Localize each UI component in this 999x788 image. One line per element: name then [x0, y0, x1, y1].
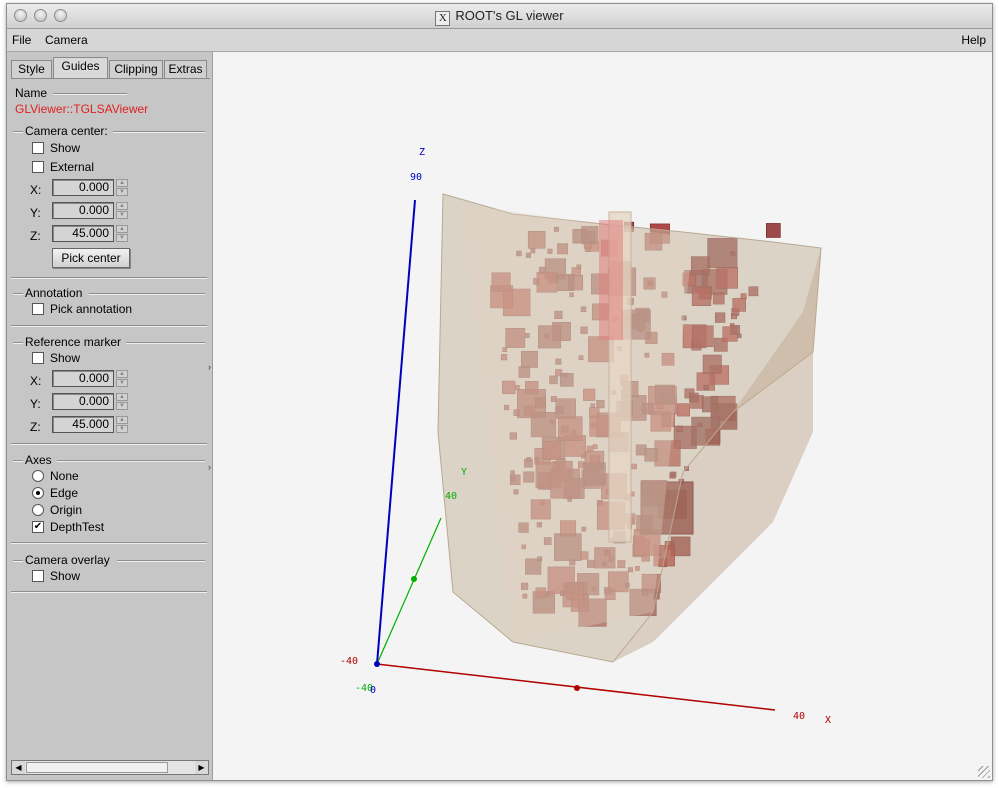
- scroll-left-icon[interactable]: ◀: [12, 761, 25, 774]
- reference-marker-z-label: Z:: [30, 420, 41, 434]
- reference-marker-z-stepper[interactable]: ▲ ▼: [116, 416, 128, 433]
- camera-center-title: Camera center:: [25, 124, 108, 138]
- reference-marker-z-field[interactable]: 45.000: [52, 416, 114, 433]
- x11-logo-icon: X: [435, 11, 451, 26]
- z-axis-line: [376, 199, 416, 665]
- camera-center-x-label: X:: [30, 183, 42, 197]
- reference-marker-show-label: Show: [50, 351, 81, 365]
- pick-center-button[interactable]: Pick center: [52, 248, 130, 268]
- y-axis-midpoint: [411, 576, 417, 582]
- annotation-title: Annotation: [25, 286, 83, 300]
- axes-edge-label: Edge: [50, 486, 79, 500]
- reference-marker-x-label: X:: [30, 374, 42, 388]
- scroll-right-icon[interactable]: ▶: [195, 761, 208, 774]
- camera-center-x-field[interactable]: 0.000: [52, 179, 114, 196]
- axes-origin-radio[interactable]: [32, 504, 44, 516]
- reference-marker-x-stepper[interactable]: ▲ ▼: [116, 370, 128, 387]
- camera-center-z-stepper[interactable]: ▲ ▼: [116, 225, 128, 242]
- beam-pipe-highlight: [599, 220, 623, 340]
- reference-marker-title: Reference marker: [25, 335, 122, 349]
- menu-file[interactable]: File: [12, 33, 31, 47]
- panel-horizontal-scrollbar[interactable]: ◀ ▶: [11, 760, 209, 775]
- camera-center-y-label: Y:: [30, 206, 41, 220]
- camera-overlay-show-checkbox[interactable]: [32, 570, 44, 582]
- depth-test-label: DepthTest: [50, 520, 105, 534]
- origin-z-tick: 0: [370, 685, 376, 696]
- camera-center-show-checkbox[interactable]: [32, 142, 44, 154]
- axes-none-radio[interactable]: [32, 470, 44, 482]
- reference-marker-y-stepper[interactable]: ▲ ▼: [116, 393, 128, 410]
- tab-clipping[interactable]: Clipping: [109, 60, 163, 78]
- camera-center-x-stepper[interactable]: ▲ ▼: [116, 179, 128, 196]
- camera-center-z-label: Z:: [30, 229, 41, 243]
- reference-marker-y-label: Y:: [30, 397, 41, 411]
- camera-center-y-field[interactable]: 0.000: [52, 202, 114, 219]
- tab-extras[interactable]: Extras: [164, 60, 207, 78]
- axes-origin-label: Origin: [50, 503, 83, 517]
- axes-edge-radio[interactable]: [32, 487, 44, 499]
- window-title: ROOT's GL viewer: [455, 8, 564, 23]
- detector-volume: [437, 193, 822, 663]
- y-axis-name: Y: [461, 467, 467, 478]
- menu-camera[interactable]: Camera: [45, 33, 88, 47]
- camera-center-y-stepper[interactable]: ▲ ▼: [116, 202, 128, 219]
- camera-center-external-checkbox[interactable]: [32, 161, 44, 173]
- x-axis-name: X: [825, 715, 831, 726]
- menu-bar: File Camera Help: [7, 29, 992, 52]
- camera-center-z-field[interactable]: 45.000: [52, 225, 114, 242]
- x-axis-max-tick: 40: [793, 711, 805, 722]
- reference-marker-x-field[interactable]: 0.000: [52, 370, 114, 387]
- axes-none-label: None: [50, 469, 79, 483]
- splitter-arrow-icon[interactable]: ›: [208, 462, 211, 472]
- splitter-arrow-icon[interactable]: ›: [208, 362, 211, 372]
- scroll-thumb[interactable]: [26, 762, 168, 773]
- viewer-name: GLViewer::TGLSAViewer: [15, 102, 149, 116]
- y-axis-max-tick: 40: [445, 491, 457, 502]
- camera-overlay-title: Camera overlay: [25, 553, 110, 567]
- depth-test-checkbox[interactable]: ✔: [32, 521, 44, 533]
- z-axis-name: Z: [419, 147, 425, 158]
- axes-title: Axes: [25, 453, 52, 467]
- resize-grip-icon[interactable]: [978, 766, 990, 778]
- gl-scene[interactable]: Z90Y4040 X-40-400: [213, 52, 993, 780]
- tab-style[interactable]: Style: [11, 60, 52, 78]
- reference-marker-show-checkbox[interactable]: [32, 352, 44, 364]
- energy-block: [766, 223, 781, 238]
- origin-x-tick: -40: [340, 656, 358, 667]
- tab-guides[interactable]: Guides: [53, 57, 108, 79]
- reference-marker-y-field[interactable]: 0.000: [52, 393, 114, 410]
- camera-overlay-show-label: Show: [50, 569, 81, 583]
- name-label: Name: [15, 86, 48, 100]
- editor-panel: Style Guides Clipping Extras Name GLView…: [7, 52, 213, 780]
- pick-annotation-checkbox[interactable]: [32, 303, 44, 315]
- camera-center-show-label: Show: [50, 141, 81, 155]
- menu-help[interactable]: Help: [961, 33, 986, 47]
- origin-marker: [374, 661, 380, 667]
- x-axis-midpoint: [574, 685, 580, 691]
- camera-center-external-label: External: [50, 160, 95, 174]
- viewer-window: X ROOT's GL viewer File Camera Help Style…: [6, 3, 993, 781]
- title-bar: X ROOT's GL viewer: [7, 4, 992, 29]
- gl-viewport[interactable]: Z 90 Y 40 40 X -40 -40 0: [213, 52, 992, 780]
- z-axis-max-tick: 90: [410, 172, 422, 183]
- pick-annotation-label: Pick annotation: [50, 302, 133, 316]
